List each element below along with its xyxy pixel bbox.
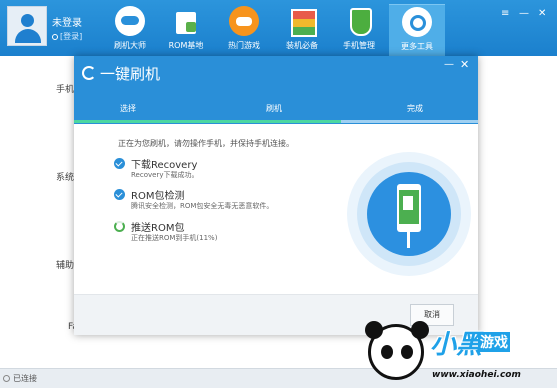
site-watermark: 小黑 游戏 www.xiaohei.com <box>360 318 557 388</box>
nav-label: 刷机大师 <box>114 41 146 50</box>
flash-dialog: 一键刷机 — ✕ 选择 刷机 完成 正在为您刷机，请勿操作手机，并保持手机连接。… <box>74 56 478 335</box>
avatar[interactable] <box>7 6 47 46</box>
connection-status: 已连接 <box>13 374 37 383</box>
watermark-url: www.xiaohei.com <box>432 370 521 380</box>
refresh-icon <box>82 66 96 80</box>
menu-icon[interactable]: ≡ <box>501 8 509 19</box>
nav-label: 更多工具 <box>401 42 433 51</box>
task-name: 下载Recovery <box>131 160 198 171</box>
tools-icon <box>402 7 432 37</box>
dialog-title: 一键刷机 <box>100 65 161 83</box>
section-phone: 手机 <box>56 85 75 95</box>
phone-icon <box>397 184 421 232</box>
login-link[interactable]: [登录] <box>52 31 82 42</box>
apps-grid-icon <box>287 6 317 37</box>
nav-hot-games[interactable]: 热门游戏 <box>216 4 272 56</box>
cloud-icon <box>115 6 145 36</box>
nav-phone-manager[interactable]: 手机管理 <box>331 4 387 56</box>
top-bar: 未登录 [登录] 刷机大师 ROM基地 热门游戏 装机必备 手机管理 更多工具 … <box>0 0 557 56</box>
avatar-head <box>21 14 34 27</box>
user-name: 未登录 <box>52 18 82 29</box>
task-desc: 正在推送ROM到手机(11%) <box>131 234 218 242</box>
close-icon[interactable]: ✕ <box>538 8 546 19</box>
nav-more-tools[interactable]: 更多工具 <box>389 4 445 56</box>
nav-label: 手机管理 <box>343 41 375 50</box>
gamepad-icon <box>229 6 259 36</box>
check-icon <box>114 189 125 200</box>
task-name: ROM包检测 <box>131 191 185 202</box>
watermark-brand-sub: 游戏 <box>478 332 510 352</box>
nav-rom-base[interactable]: ROM基地 <box>158 4 214 56</box>
nav-label: ROM基地 <box>168 41 204 50</box>
nav-essentials[interactable]: 装机必备 <box>274 4 330 56</box>
avatar-body <box>15 29 41 43</box>
dialog-intro: 正在为您刷机，请勿操作手机，并保持手机连接。 <box>118 139 294 148</box>
usb-cable-icon <box>407 232 410 248</box>
dialog-minimize-icon[interactable]: — <box>444 59 454 70</box>
panda-eye <box>401 345 413 359</box>
task-desc: 腾讯安全检测，ROM包安全无毒无恶意软件。 <box>131 202 274 210</box>
section-aux: 辅助 <box>56 261 75 271</box>
user-icon <box>52 34 58 40</box>
step-progress-track <box>74 120 478 123</box>
step-complete: 完成 <box>407 104 423 113</box>
panda-logo-icon <box>365 321 429 380</box>
task-desc: Recovery下载成功。 <box>131 171 199 179</box>
nav-label: 热门游戏 <box>228 41 260 50</box>
loading-spinner-icon <box>114 221 125 232</box>
check-icon <box>114 158 125 169</box>
login-link-text[interactable]: [登录] <box>60 32 82 41</box>
connection-icon <box>3 375 10 382</box>
panda-eye <box>381 345 393 359</box>
panda-ear <box>411 321 429 339</box>
nav-label: 装机必备 <box>286 41 318 50</box>
document-icon <box>403 196 413 210</box>
shield-icon <box>344 6 374 36</box>
shopping-bag-icon <box>171 6 201 36</box>
watermark-brand: 小黑 <box>430 330 483 360</box>
phone-illustration <box>347 152 471 276</box>
dialog-close-icon[interactable]: ✕ <box>460 58 469 71</box>
task-name: 推送ROM包 <box>131 223 185 234</box>
section-system: 系统 <box>56 173 75 183</box>
dialog-header: 一键刷机 — ✕ 选择 刷机 完成 <box>74 56 478 124</box>
step-flash: 刷机 <box>266 104 282 113</box>
step-select: 选择 <box>120 104 136 113</box>
minimize-icon[interactable]: — <box>519 8 529 19</box>
step-progress-fill <box>74 120 341 123</box>
nav-flash-master[interactable]: 刷机大师 <box>102 4 158 56</box>
panda-ear <box>365 321 383 339</box>
